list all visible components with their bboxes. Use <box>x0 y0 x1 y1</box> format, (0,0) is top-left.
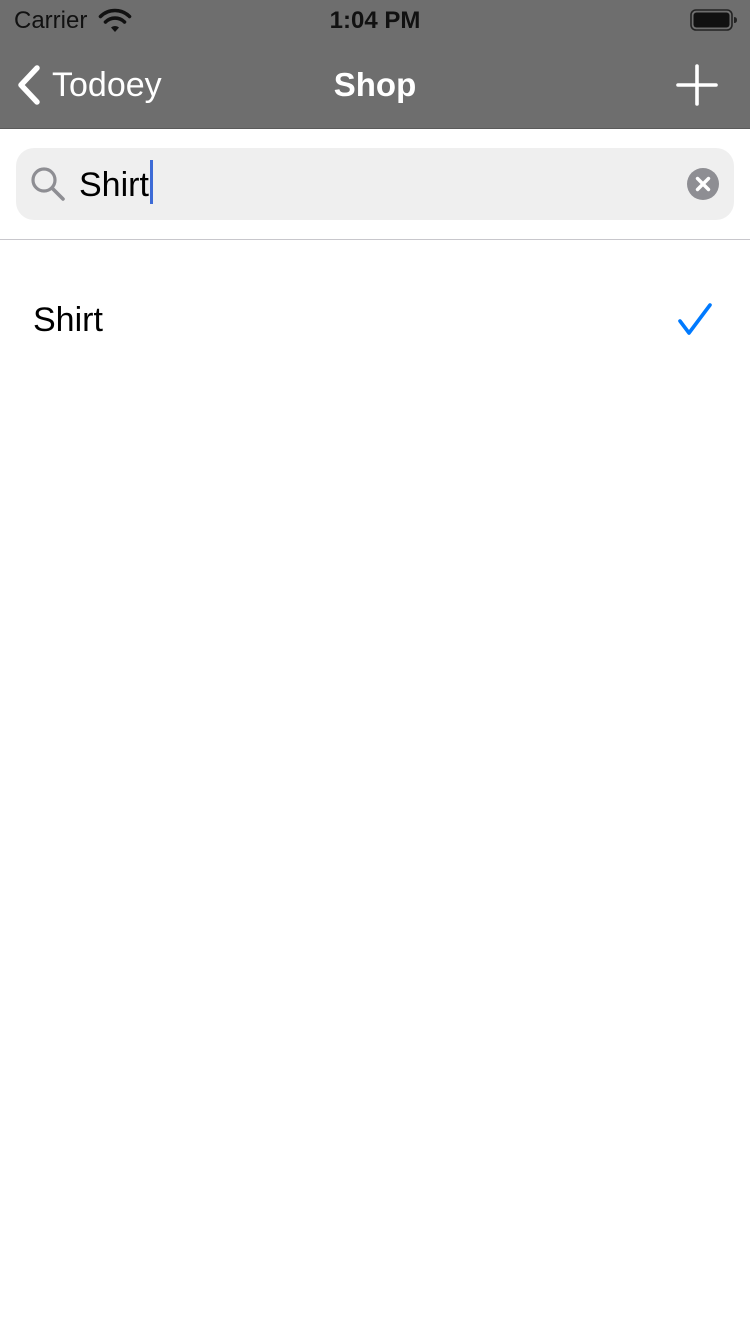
app-screen: Carrier 1:04 PM Todoey Shop Shirt Shirt <box>0 0 750 1334</box>
todo-list: Shirt <box>0 240 750 400</box>
status-time: 1:04 PM <box>329 7 421 34</box>
plus-icon[interactable] <box>674 62 720 108</box>
search-input-text: Shirt <box>79 166 149 204</box>
page-title: Shop <box>333 66 417 103</box>
list-item-title: Shirt <box>33 301 103 339</box>
clear-circle-icon[interactable] <box>687 168 719 200</box>
list-item[interactable]: Shirt <box>0 240 750 400</box>
header-divider <box>0 128 750 129</box>
magnifying-glass-icon <box>31 167 65 201</box>
text-caret <box>149 160 153 204</box>
search-bar[interactable]: Shirt <box>16 148 734 220</box>
battery-icon <box>690 9 737 31</box>
checkmark-icon <box>678 303 712 335</box>
navigation-header: Carrier 1:04 PM Todoey Shop <box>0 0 750 128</box>
search-input[interactable]: Shirt <box>79 160 153 209</box>
